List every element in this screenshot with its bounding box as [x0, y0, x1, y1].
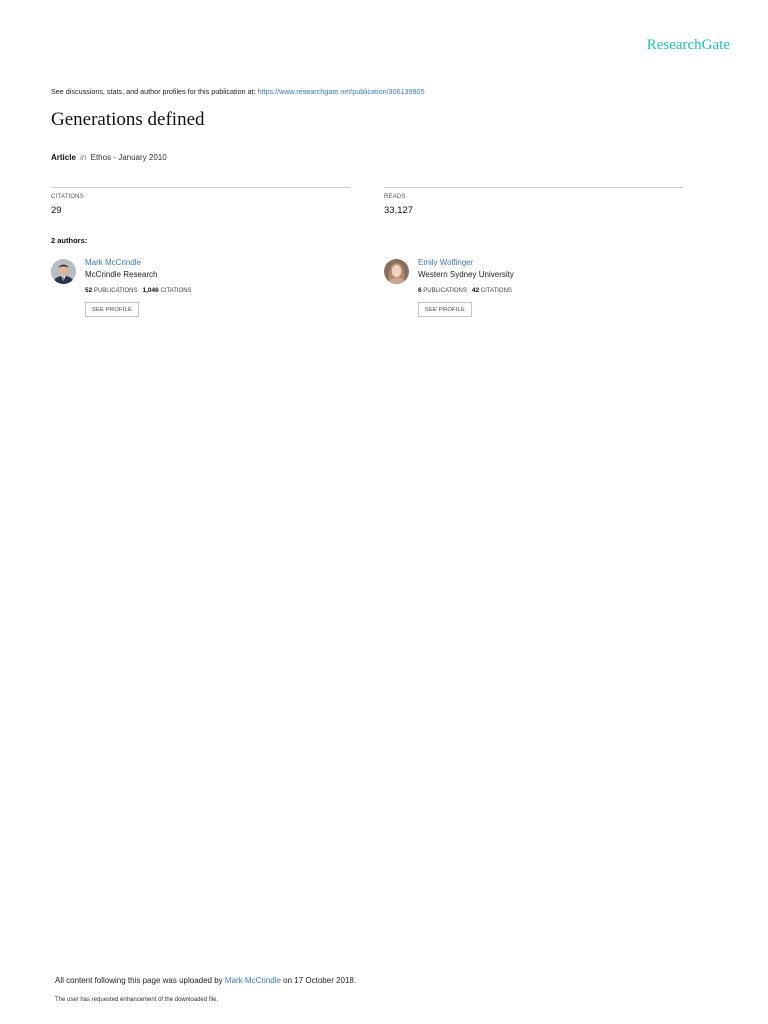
publications-count: 52 — [85, 287, 93, 294]
enhancement-note: The user has requested enhancement of th… — [55, 997, 219, 1003]
avatar[interactable] — [384, 259, 409, 284]
author-card-emily-wolfinger: Emily Wolfinger Western Sydney Universit… — [384, 257, 684, 323]
reads-value: 33,127 — [384, 205, 414, 216]
reads-label: READS — [384, 194, 406, 200]
avatar[interactable] — [51, 259, 76, 284]
in-word: in — [80, 153, 87, 162]
citations-count: 1,046 — [142, 287, 159, 294]
publication-date: · January 2010 — [113, 153, 167, 162]
journal-name: Ethos — [90, 153, 112, 162]
avatar-woman-icon — [384, 259, 409, 284]
authors-heading: 2 authors: — [51, 236, 88, 245]
citations-label: CITATIONS — [160, 288, 192, 294]
publications-count: 6 — [418, 287, 422, 294]
author-name-link[interactable]: Mark McCrindle — [85, 258, 141, 267]
uploader-link[interactable]: Mark McCrindle — [225, 976, 281, 985]
publications-label: PUBLICATIONS — [423, 288, 467, 294]
author-card-mark-mccrindle: Mark McCrindle McCrindle Research 52 PUB… — [51, 257, 351, 323]
publication-title: Generations defined — [51, 109, 205, 130]
citations-divider — [51, 187, 350, 188]
author-institution: McCrindle Research — [85, 270, 158, 279]
author-name-link[interactable]: Emily Wolfinger — [418, 258, 473, 267]
researchgate-logo[interactable]: ResearchGate — [630, 37, 730, 54]
see-profile-button[interactable]: SEE PROFILE — [418, 302, 472, 317]
publication-type: Article — [51, 153, 76, 162]
publication-url-link[interactable]: https://www.researchgate.net/publication… — [258, 87, 425, 96]
see-profile-button[interactable]: SEE PROFILE — [85, 302, 139, 317]
discussion-prefix: See discussions, stats, and author profi… — [51, 87, 256, 96]
author-stats: 52 PUBLICATIONS 1,046 CITATIONS — [85, 287, 192, 294]
upload-suffix: on 17 October 2018. — [283, 976, 357, 985]
discussion-line: See discussions, stats, and author profi… — [51, 87, 425, 96]
avatar-man-icon — [51, 259, 76, 284]
citations-count: 42 — [471, 287, 480, 294]
author-institution: Western Sydney University — [418, 270, 514, 279]
upload-notice: All content following this page was uplo… — [55, 976, 356, 985]
upload-prefix: All content following this page was uplo… — [55, 976, 223, 985]
citations-value: 29 — [51, 205, 62, 216]
citations-label: CITATIONS — [51, 194, 84, 200]
publications-label: PUBLICATIONS — [93, 288, 138, 294]
citations-label: CITATIONS — [480, 288, 512, 294]
publication-meta: Article in Ethos · January 2010 — [51, 153, 167, 162]
author-stats: 6 PUBLICATIONS 42 CITATIONS — [418, 287, 512, 294]
reads-divider — [384, 187, 683, 188]
